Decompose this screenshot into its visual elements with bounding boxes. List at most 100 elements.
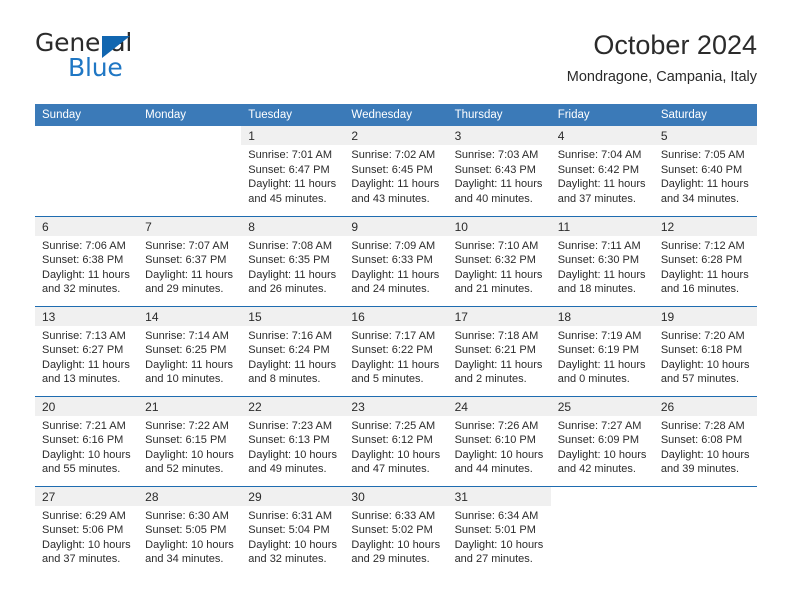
sunrise-time: Sunrise: 6:29 AM <box>42 509 126 522</box>
calendar-day-cell[interactable]: 7 Sunrise: 7:07 AM Sunset: 6:37 PM Daylight… <box>138 215 242 306</box>
sunset-time: Sunset: 6:15 PM <box>145 434 227 447</box>
calendar-day-cell[interactable]: 31 Sunrise: 6:34 AM Sunset: 5:01 PM Dayligh… <box>447 485 551 577</box>
calendar-day-cell[interactable]: 1 Sunrise: 7:01 AM Sunset: 6:47 PM Daylight… <box>241 126 345 216</box>
day-sun-info: Sunrise: 7:08 AM Sunset: 6:35 PM Daylight:… <box>241 236 344 297</box>
day-cell-content: 10 Sunrise: 7:10 AM Sunset: 6:32 PM Dayligh… <box>447 216 551 306</box>
sunset-time: Sunset: 6:43 PM <box>454 163 536 176</box>
sunrise-time: Sunrise: 7:25 AM <box>351 419 436 432</box>
calendar-day-cell[interactable]: 21 Sunrise: 7:22 AM Sunset: 6:15 PM Dayligh… <box>138 395 242 486</box>
daylight-duration-line1: Daylight: 10 hours <box>248 448 337 461</box>
calendar-day-cell[interactable]: 14 Sunrise: 7:14 AM Sunset: 6:25 PM Dayligh… <box>138 305 242 396</box>
day-number: 11 <box>550 216 654 236</box>
calendar-day-cell[interactable]: 13 Sunrise: 7:13 AM Sunset: 6:27 PM Dayligh… <box>35 305 139 396</box>
sunrise-time: Sunrise: 7:12 AM <box>660 239 745 252</box>
calendar-day-cell[interactable]: 23 Sunrise: 7:25 AM Sunset: 6:12 PM Dayligh… <box>344 395 448 486</box>
day-sun-info <box>551 506 654 509</box>
day-cell-content: 18 Sunrise: 7:19 AM Sunset: 6:19 PM Dayligh… <box>550 306 654 396</box>
daylight-duration-line1: Daylight: 11 hours <box>248 268 337 281</box>
daylight-duration-line2: and 34 minutes. <box>660 192 740 205</box>
day-number: 10 <box>447 216 551 236</box>
weekday-header-sunday: Sunday <box>35 104 139 126</box>
day-sun-info: Sunrise: 7:18 AM Sunset: 6:21 PM Daylight:… <box>448 326 551 387</box>
daylight-duration-line2: and 16 minutes. <box>660 283 740 296</box>
calendar-day-cell[interactable]: 4 Sunrise: 7:04 AM Sunset: 6:42 PM Daylight… <box>550 126 654 216</box>
day-sun-info: Sunrise: 7:02 AM Sunset: 6:45 PM Daylight:… <box>344 145 447 206</box>
logo-text-blue: Blue <box>68 53 123 82</box>
calendar-day-cell[interactable]: 3 Sunrise: 7:03 AM Sunset: 6:43 PM Daylight… <box>447 126 551 216</box>
day-number: 7 <box>138 216 242 236</box>
daylight-duration-line2: and 29 minutes. <box>351 553 430 566</box>
daylight-duration-line2: and 49 minutes. <box>248 463 327 476</box>
calendar-day-cell[interactable]: 15 Sunrise: 7:16 AM Sunset: 6:24 PM Dayligh… <box>241 305 345 396</box>
daylight-duration-line2: and 39 minutes. <box>660 463 740 476</box>
day-sun-info: Sunrise: 7:05 AM Sunset: 6:40 PM Daylight:… <box>654 145 757 206</box>
day-sun-info: Sunrise: 7:01 AM Sunset: 6:47 PM Daylight:… <box>241 145 344 206</box>
day-cell-content: 31 Sunrise: 6:34 AM Sunset: 5:01 PM Dayligh… <box>447 486 551 577</box>
page-title: October 2024 <box>593 30 757 60</box>
day-sun-info: Sunrise: 7:25 AM Sunset: 6:12 PM Daylight:… <box>344 416 447 477</box>
calendar-grid: Sunday Monday Tuesday Wednesday Thursday… <box>35 104 757 576</box>
day-number: 31 <box>447 486 551 506</box>
day-cell-content <box>138 126 241 216</box>
sunset-time: Sunset: 6:40 PM <box>660 163 743 176</box>
calendar-day-cell[interactable]: 8 Sunrise: 7:08 AM Sunset: 6:35 PM Daylight… <box>241 215 345 306</box>
daylight-duration-line1: Daylight: 10 hours <box>454 448 544 461</box>
calendar-day-cell[interactable]: 9 Sunrise: 7:09 AM Sunset: 6:33 PM Daylight… <box>344 215 448 306</box>
day-cell-content: 3 Sunrise: 7:03 AM Sunset: 6:43 PM Daylight… <box>447 126 551 216</box>
day-cell-content: 2 Sunrise: 7:02 AM Sunset: 6:45 PM Daylight… <box>344 126 448 216</box>
calendar-week-row: 27 Sunrise: 6:29 AM Sunset: 5:06 PM Dayligh… <box>35 485 757 577</box>
sunset-time: Sunset: 6:13 PM <box>248 434 330 447</box>
day-number: 5 <box>653 126 757 145</box>
daylight-duration-line2: and 42 minutes. <box>557 463 636 476</box>
day-number: 9 <box>344 216 448 236</box>
day-number <box>654 487 757 506</box>
day-cell-content: 12 Sunrise: 7:12 AM Sunset: 6:28 PM Dayligh… <box>653 216 757 306</box>
calendar-day-cell[interactable]: 28 Sunrise: 6:30 AM Sunset: 5:05 PM Dayligh… <box>138 485 242 576</box>
day-cell-content: 1 Sunrise: 7:01 AM Sunset: 6:47 PM Daylight… <box>241 126 345 216</box>
daylight-duration-line2: and 43 minutes. <box>351 192 430 205</box>
day-number: 3 <box>447 126 551 145</box>
calendar-day-cell[interactable]: 29 Sunrise: 6:31 AM Sunset: 5:04 PM Dayligh… <box>241 485 345 576</box>
calendar-day-cell[interactable]: 24 Sunrise: 7:26 AM Sunset: 6:10 PM Dayligh… <box>447 395 551 486</box>
day-number: 29 <box>241 486 345 506</box>
calendar-day-cell[interactable]: 17 Sunrise: 7:18 AM Sunset: 6:21 PM Dayligh… <box>447 305 551 396</box>
calendar-day-cell[interactable]: 27 Sunrise: 6:29 AM Sunset: 5:06 PM Dayligh… <box>35 485 139 576</box>
calendar-day-cell[interactable]: 19 Sunrise: 7:20 AM Sunset: 6:18 PM Dayligh… <box>653 305 757 396</box>
calendar-day-cell[interactable]: 20 Sunrise: 7:21 AM Sunset: 6:16 PM Dayligh… <box>35 395 139 486</box>
sunrise-time: Sunrise: 6:30 AM <box>145 509 229 522</box>
daylight-duration-line1: Daylight: 11 hours <box>42 268 130 281</box>
calendar-day-cell[interactable]: 26 Sunrise: 7:28 AM Sunset: 6:08 PM Dayligh… <box>653 395 757 486</box>
daylight-duration-line2: and 21 minutes. <box>454 283 533 296</box>
sunset-time: Sunset: 6:16 PM <box>42 434 124 447</box>
day-number: 30 <box>344 486 448 506</box>
day-sun-info: Sunrise: 7:04 AM Sunset: 6:42 PM Daylight:… <box>551 145 654 206</box>
sunset-time: Sunset: 5:01 PM <box>454 524 536 537</box>
day-number <box>551 487 654 506</box>
day-sun-info: Sunrise: 6:34 AM Sunset: 5:01 PM Daylight:… <box>448 506 551 567</box>
calendar-day-cell[interactable]: 6 Sunrise: 7:06 AM Sunset: 6:38 PM Daylight… <box>35 215 139 306</box>
weekday-header-friday: Friday <box>550 104 654 126</box>
day-sun-info: Sunrise: 7:20 AM Sunset: 6:18 PM Daylight:… <box>654 326 757 387</box>
day-sun-info: Sunrise: 7:21 AM Sunset: 6:16 PM Daylight:… <box>35 416 138 477</box>
calendar-day-cell[interactable]: 25 Sunrise: 7:27 AM Sunset: 6:09 PM Dayligh… <box>550 395 654 486</box>
calendar-day-cell <box>35 126 139 216</box>
calendar-day-cell[interactable]: 30 Sunrise: 6:33 AM Sunset: 5:02 PM Dayligh… <box>344 485 448 576</box>
calendar-day-cell[interactable]: 22 Sunrise: 7:23 AM Sunset: 6:13 PM Dayligh… <box>241 395 345 486</box>
daylight-duration-line2: and 32 minutes. <box>248 553 327 566</box>
calendar-day-cell[interactable]: 10 Sunrise: 7:10 AM Sunset: 6:32 PM Dayligh… <box>447 215 551 306</box>
calendar-day-cell[interactable]: 2 Sunrise: 7:02 AM Sunset: 6:45 PM Daylight… <box>344 126 448 216</box>
calendar-day-cell[interactable]: 11 Sunrise: 7:11 AM Sunset: 6:30 PM Dayligh… <box>550 215 654 306</box>
general-blue-logo[interactable]: General Blue <box>35 28 245 86</box>
day-number: 27 <box>35 486 139 506</box>
daylight-duration-line1: Daylight: 10 hours <box>145 538 234 551</box>
sunrise-time: Sunrise: 7:09 AM <box>351 239 436 252</box>
day-number: 8 <box>241 216 345 236</box>
daylight-duration-line1: Daylight: 11 hours <box>248 178 337 191</box>
calendar-day-cell[interactable]: 12 Sunrise: 7:12 AM Sunset: 6:28 PM Dayligh… <box>653 215 757 306</box>
calendar-day-cell[interactable]: 18 Sunrise: 7:19 AM Sunset: 6:19 PM Dayligh… <box>550 305 654 396</box>
day-number: 18 <box>550 306 654 326</box>
calendar-day-cell[interactable]: 16 Sunrise: 7:17 AM Sunset: 6:22 PM Dayligh… <box>344 305 448 396</box>
calendar-day-cell[interactable]: 5 Sunrise: 7:05 AM Sunset: 6:40 PM Daylight… <box>653 126 757 216</box>
sunrise-time: Sunrise: 7:16 AM <box>248 329 333 342</box>
daylight-duration-line1: Daylight: 11 hours <box>557 358 646 371</box>
